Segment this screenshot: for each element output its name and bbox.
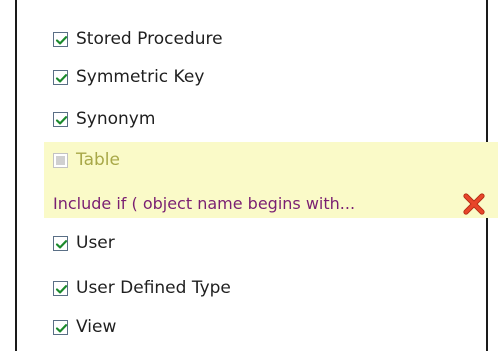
item-label: View [76, 317, 117, 337]
checkbox-symmetric-key[interactable] [53, 69, 68, 85]
checkmark-icon [55, 115, 68, 124]
item-label: User [76, 233, 115, 253]
filter-panel-stage: Stored Procedure Symmetric Key Synonym T… [0, 0, 503, 351]
checkmark-icon [55, 73, 68, 82]
include-rule-text[interactable]: Include if ( object name begins with... [53, 188, 355, 218]
indeterminate-fill-icon [56, 155, 65, 165]
rule-text: Include if ( object name begins with... [53, 193, 356, 213]
list-item-symmetric-key[interactable]: Symmetric Key [53, 62, 204, 92]
list-item-stored-procedure[interactable]: Stored Procedure [53, 24, 223, 54]
checkbox-synonym[interactable] [53, 111, 68, 127]
checkbox-user[interactable] [53, 235, 68, 251]
item-label: Table [76, 150, 120, 170]
item-label: Synonym [76, 109, 156, 129]
list-item-view[interactable]: View [53, 312, 116, 342]
checkbox-table[interactable] [53, 152, 68, 168]
list-item-user-defined-type[interactable]: User Defined Type [53, 273, 231, 303]
list-item-user[interactable]: User [53, 228, 115, 258]
checkmark-icon [55, 284, 68, 293]
checkbox-user-defined-type[interactable] [53, 280, 68, 296]
checkbox-stored-procedure[interactable] [53, 31, 68, 47]
list-item-synonym[interactable]: Synonym [53, 104, 155, 134]
checkmark-icon [55, 239, 68, 248]
remove-rule-icon[interactable] [462, 193, 486, 215]
item-label: Symmetric Key [76, 67, 205, 87]
red-x-icon [463, 193, 485, 215]
checkmark-icon [55, 35, 68, 44]
checkmark-icon [55, 323, 68, 332]
list-item-table[interactable]: Table [53, 145, 120, 175]
checkbox-view[interactable] [53, 319, 68, 335]
object-type-filter-list: Stored Procedure Symmetric Key Synonym T… [17, 0, 498, 351]
item-label: Stored Procedure [76, 29, 223, 49]
item-label: User Defined Type [76, 278, 231, 298]
